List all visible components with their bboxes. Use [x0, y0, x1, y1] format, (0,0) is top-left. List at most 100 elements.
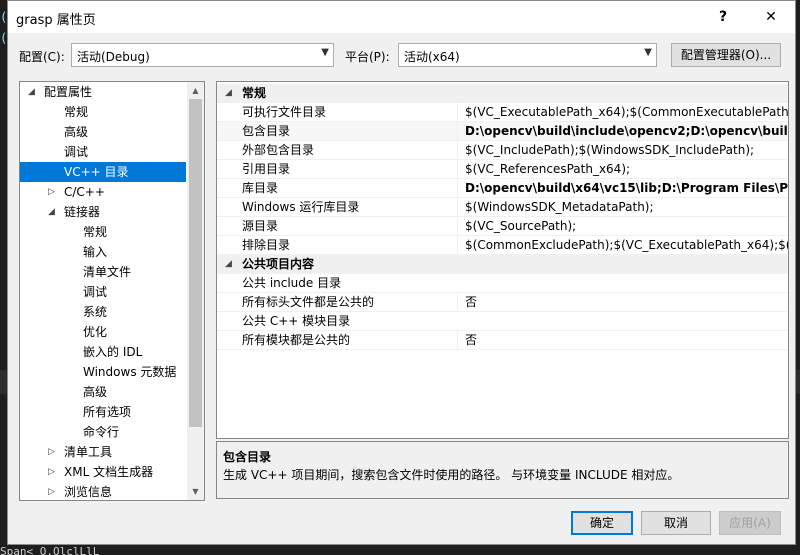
tree-item[interactable]: 高级 — [20, 382, 186, 402]
tree-item-root[interactable]: ◢ 配置属性 — [20, 82, 186, 102]
tree-item[interactable]: ▷ 清单工具 — [20, 442, 186, 462]
property-value[interactable]: D:\opencv\build\x64\vc15\lib;D:\Program … — [457, 179, 788, 198]
property-row[interactable]: 所有模块都是公共的 否 — [217, 331, 788, 350]
category-header[interactable]: ◢ 公共项目内容 — [217, 255, 788, 274]
close-button[interactable]: ✕ — [760, 6, 782, 28]
property-value[interactable]: $(CommonExcludePath);$(VC_ExecutablePath… — [457, 236, 788, 255]
apply-button[interactable]: 应用(A) — [719, 511, 781, 535]
tree-item-label: 所有选项 — [83, 405, 132, 419]
tree-item[interactable]: ▷ XML 文档生成器 — [20, 462, 186, 482]
config-manager-button[interactable]: 配置管理器(O)... — [671, 43, 781, 67]
configuration-row: 配置(C): 活动(Debug) ▼ 平台(P): 活动(x64) ▼ 配置管理… — [8, 43, 795, 69]
property-row[interactable]: 所有标头文件都是公共的 否 — [217, 293, 788, 312]
tree-item-label: 优化 — [83, 325, 108, 339]
tree-item-label: 命令行 — [83, 425, 120, 439]
tree-item[interactable]: 高级 — [20, 122, 186, 142]
property-row-selected[interactable]: 包含目录 D:\opencv\build\include\opencv2;D:\o… — [217, 122, 788, 141]
property-name: 库目录 — [242, 181, 279, 195]
property-name: 排除目录 — [242, 238, 291, 252]
property-row[interactable]: 公共 include 目录 — [217, 274, 788, 293]
tree-item-label: 链接器 — [64, 205, 101, 219]
property-pages-dialog: grasp 属性页 ? ✕ 配置(C): 活动(Debug) ▼ 平台(P): … — [7, 0, 796, 545]
tree-item[interactable]: ▷ 浏览信息 — [20, 482, 186, 500]
tree-item[interactable]: 输入 — [20, 242, 186, 262]
tree-item-label: XML 文档生成器 — [64, 465, 154, 479]
tree-item-label: 系统 — [83, 305, 108, 319]
tree-item[interactable]: Windows 元数据 — [20, 362, 186, 382]
cancel-button[interactable]: 取消 — [641, 511, 711, 535]
expanded-icon[interactable]: ◢ — [225, 255, 232, 274]
dialog-title: grasp 属性页 — [16, 13, 96, 28]
expanded-icon[interactable]: ◢ — [48, 202, 55, 222]
property-value[interactable]: $(VC_ExecutablePath_x64);$(CommonExecuta… — [457, 103, 788, 122]
tree-item-label: VC++ 目录 — [64, 165, 129, 179]
tree-item-selected[interactable]: VC++ 目录 — [20, 162, 186, 182]
config-value: 活动(Debug) — [77, 50, 150, 64]
platform-dropdown[interactable]: 活动(x64) ▼ — [398, 43, 657, 67]
tree-item[interactable]: 调试 — [20, 142, 186, 162]
property-row[interactable]: 可执行文件目录 $(VC_ExecutablePath_x64);$(Common… — [217, 103, 788, 122]
expanded-icon[interactable]: ◢ — [28, 82, 35, 102]
property-grid: ◢ 常规 可执行文件目录 $(VC_ExecutablePath_x64);$(C… — [216, 81, 789, 439]
property-name: 所有模块都是公共的 — [242, 333, 351, 347]
property-value[interactable]: $(WindowsSDK_MetadataPath); — [457, 198, 788, 217]
collapsed-icon[interactable]: ▷ — [48, 462, 55, 482]
tree-item-label: 常规 — [64, 105, 89, 119]
collapsed-icon[interactable]: ▷ — [48, 182, 55, 202]
tree-item[interactable]: 嵌入的 IDL — [20, 342, 186, 362]
tree-item[interactable]: 命令行 — [20, 422, 186, 442]
property-row[interactable]: 公共 C++ 模块目录 — [217, 312, 788, 331]
category-header[interactable]: ◢ 常规 — [217, 84, 788, 103]
property-value[interactable]: $(VC_SourcePath); — [457, 217, 788, 236]
chevron-down-icon: ▼ — [321, 47, 329, 58]
description-text: 生成 VC++ 项目期间，搜索包含文件时使用的路径。 与环境变量 INCLUDE… — [223, 468, 680, 482]
tree-item-label: 清单工具 — [64, 445, 113, 459]
scroll-down-icon[interactable]: ▼ — [187, 483, 204, 500]
scroll-thumb[interactable] — [189, 99, 202, 427]
property-value[interactable]: $(VC_ReferencesPath_x64); — [457, 160, 788, 179]
tree-item[interactable]: 系统 — [20, 302, 186, 322]
ok-button[interactable]: 确定 — [571, 511, 633, 535]
editor-text: ( — [0, 31, 6, 49]
description-title: 包含目录 — [223, 450, 272, 464]
property-row[interactable]: 引用目录 $(VC_ReferencesPath_x64); — [217, 160, 788, 179]
editor-text: Span< Q.QlclLlL — [0, 545, 100, 555]
property-value[interactable]: $(VC_IncludePath);$(WindowsSDK_IncludePa… — [457, 141, 788, 160]
tree-item[interactable]: 清单文件 — [20, 262, 186, 282]
tree-item-label: Windows 元数据 — [83, 365, 177, 379]
property-row[interactable]: 源目录 $(VC_SourcePath); — [217, 217, 788, 236]
property-name: 公共 C++ 模块目录 — [242, 314, 351, 328]
tree-item[interactable]: 调试 — [20, 282, 186, 302]
tree-item-label: 配置属性 — [44, 85, 93, 99]
expanded-icon[interactable]: ◢ — [225, 84, 232, 103]
tree-item[interactable]: ▷ C/C++ — [20, 182, 186, 202]
collapsed-icon[interactable]: ▷ — [48, 442, 55, 462]
tree-item-label: 调试 — [83, 285, 108, 299]
tree-item[interactable]: 所有选项 — [20, 402, 186, 422]
collapsed-icon[interactable]: ▷ — [48, 482, 55, 500]
category-label: 公共项目内容 — [242, 257, 315, 271]
tree-item[interactable]: ◢ 链接器 — [20, 202, 186, 222]
tree-item-label: C/C++ — [64, 185, 105, 199]
scroll-up-icon[interactable]: ▲ — [187, 82, 204, 99]
tree-scrollbar[interactable]: ▲ ▼ — [187, 82, 204, 500]
property-name: 公共 include 目录 — [242, 276, 342, 290]
property-row[interactable]: 排除目录 $(CommonExcludePath);$(VC_Executable… — [217, 236, 788, 255]
property-name: 引用目录 — [242, 162, 291, 176]
config-dropdown[interactable]: 活动(Debug) ▼ — [71, 43, 334, 67]
tree-item[interactable]: 优化 — [20, 322, 186, 342]
tree-item[interactable]: 常规 — [20, 222, 186, 242]
property-name: Windows 运行库目录 — [242, 200, 360, 214]
tree-item[interactable]: 常规 — [20, 102, 186, 122]
property-value[interactable]: 否 — [457, 331, 788, 350]
property-row[interactable]: 外部包含目录 $(VC_IncludePath);$(WindowsSDK_Inc… — [217, 141, 788, 160]
tree-item-label: 清单文件 — [83, 265, 132, 279]
help-button[interactable]: ? — [712, 6, 734, 28]
property-value[interactable]: D:\opencv\build\include\opencv2;D:\openc… — [457, 122, 788, 141]
property-row[interactable]: Windows 运行库目录 $(WindowsSDK_MetadataPath); — [217, 198, 788, 217]
property-value[interactable]: 否 — [457, 293, 788, 312]
property-row[interactable]: 库目录 D:\opencv\build\x64\vc15\lib;D:\Progr… — [217, 179, 788, 198]
title-bar: grasp 属性页 ? ✕ — [8, 1, 795, 33]
chevron-down-icon: ▼ — [644, 47, 652, 58]
tree-item-label: 嵌入的 IDL — [83, 345, 143, 359]
